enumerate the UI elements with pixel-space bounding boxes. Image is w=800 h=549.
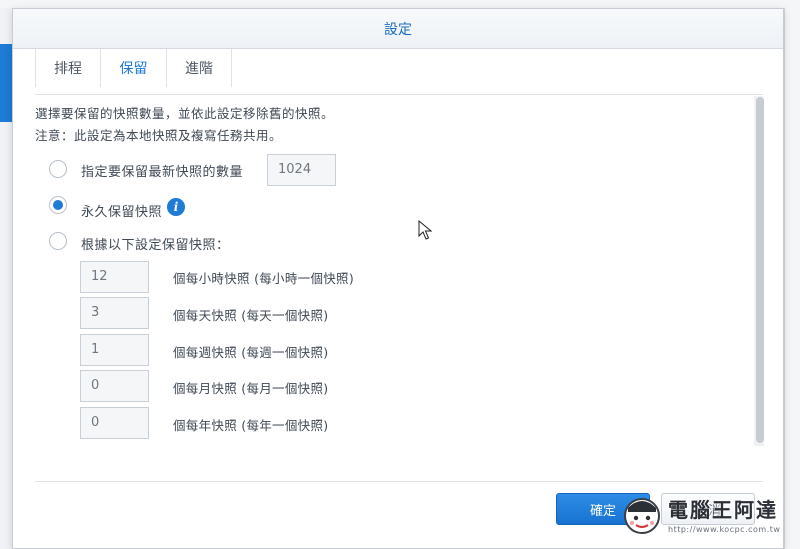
tab-schedule[interactable]: 排程 — [35, 49, 101, 87]
watermark-text: 電腦王阿達 http://www.kocpc.com.tw — [668, 494, 780, 534]
keep-count-input[interactable]: 1024 — [267, 154, 336, 186]
daily-label: 個每天快照 (每天一個快照) — [173, 308, 329, 323]
dialog-titlebar[interactable]: 設定 — [13, 9, 783, 49]
footer-divider — [35, 481, 763, 482]
tab-bar: 排程 保留 進階 — [35, 49, 232, 87]
mascot-logo-icon — [624, 498, 660, 534]
mouse-cursor-icon — [418, 220, 432, 240]
monthly-label: 個每月快照 (每月一個快照) — [173, 381, 329, 396]
daily-count-input[interactable]: 3 — [80, 297, 149, 329]
weekly-count-input[interactable]: 1 — [80, 334, 149, 366]
tab-retention[interactable]: 保留 — [101, 49, 167, 87]
radio-keep-by-rules-label: 根據以下設定保留快照： — [81, 238, 230, 253]
background-selected-item — [0, 44, 12, 122]
intro-text: 選擇要保留的快照數量，並依此設定移除舊的快照。 — [35, 106, 335, 121]
hourly-label: 個每小時快照 (每小時一個快照) — [173, 271, 355, 286]
watermark-url: http://www.kocpc.com.tw — [668, 525, 781, 534]
note-text: 注意：此設定為本地快照及複寫任務共用。 — [35, 128, 283, 143]
radio-keep-by-rules[interactable] — [49, 232, 67, 250]
background-app-panel — [784, 8, 800, 549]
hourly-count-input[interactable]: 12 — [80, 261, 149, 293]
watermark: 電腦王阿達 http://www.kocpc.com.tw — [620, 494, 796, 546]
watermark-name: 電腦王阿達 — [668, 498, 778, 522]
monthly-count-input[interactable]: 0 — [80, 370, 149, 402]
info-icon[interactable]: i — [167, 198, 185, 216]
weekly-label: 個每週快照 (每週一個快照) — [173, 345, 329, 360]
scrollbar-thumb[interactable] — [756, 97, 764, 443]
dialog-title: 設定 — [384, 21, 412, 38]
yearly-label: 個每年快照 (每年一個快照) — [173, 418, 329, 433]
radio-keep-forever[interactable] — [49, 196, 67, 214]
tab-divider — [35, 94, 763, 95]
radio-keep-count[interactable] — [49, 160, 67, 178]
radio-keep-forever-label: 永久保留快照 — [81, 205, 163, 220]
settings-dialog: 設定 排程 保留 進階 選擇要保留的快照數量，並依此設定移除舊的快照。 注意：此… — [12, 8, 784, 549]
radio-keep-count-label: 指定要保留最新快照的數量 — [81, 165, 244, 180]
yearly-count-input[interactable]: 0 — [80, 407, 149, 439]
tab-advanced[interactable]: 進階 — [167, 49, 232, 87]
